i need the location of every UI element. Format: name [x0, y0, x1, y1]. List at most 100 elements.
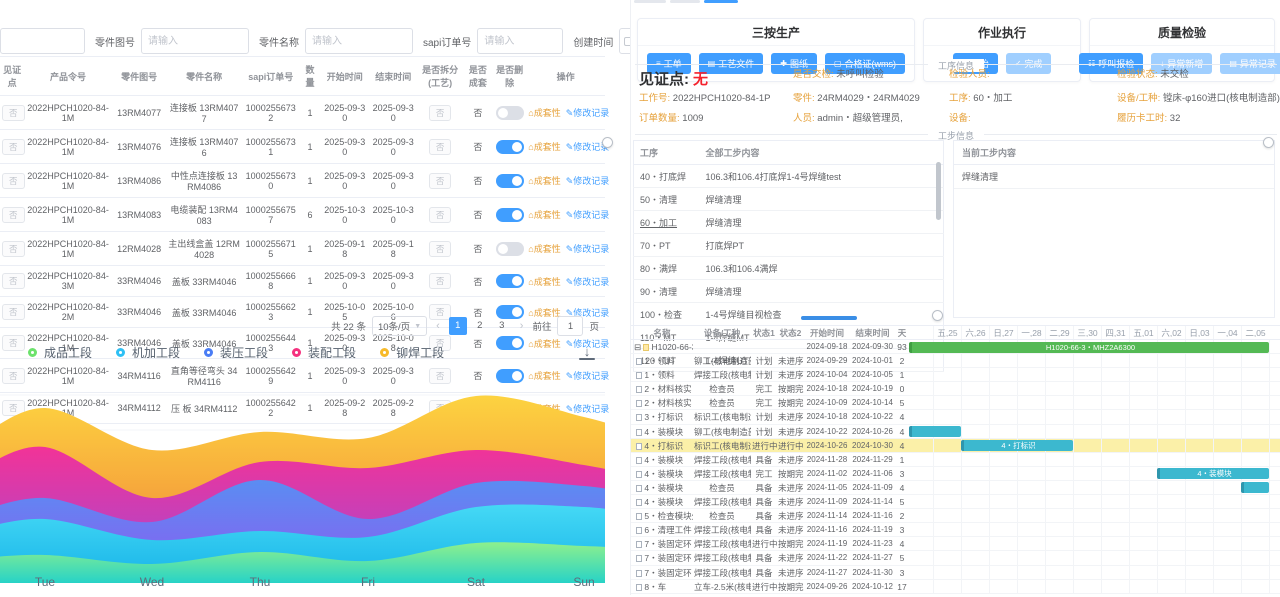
delete-toggle[interactable] — [496, 274, 524, 288]
next-page-button[interactable]: › — [517, 320, 527, 332]
page-size-select[interactable]: 10条/页 ▼ — [372, 316, 427, 336]
delete-toggle[interactable] — [496, 336, 524, 350]
suite-link[interactable]: ⌂成套性 — [528, 176, 560, 186]
delete-toggle[interactable] — [496, 242, 524, 256]
split-no-button[interactable]: 否 — [429, 207, 452, 223]
gantt-task-row[interactable]: 4・装模块铆工(核电制造部)计划未进序2024-10-222024-10-264 — [631, 425, 909, 439]
gantt-task-row[interactable]: 7・装固定环焊接工段(核电制造部)进行中按期完成2024-11-192024-1… — [631, 537, 909, 551]
witness-no-button[interactable]: 否 — [2, 335, 25, 351]
create-time-label: 创建时间 — [573, 34, 613, 49]
modify-record-link[interactable]: ✎修改记录 — [566, 277, 610, 287]
gantt-task-row[interactable]: 1・领料铆工(核电制造部)计划未进序2024-09-292024-10-012 — [631, 354, 909, 368]
product-no: 2022HPCH1020-84-1M — [24, 198, 112, 232]
suite-link[interactable]: ⌂成套性 — [528, 108, 560, 118]
step-row[interactable]: 70・PT打底焊PT — [634, 234, 944, 257]
legend-item[interactable]: 机加工段 — [116, 344, 180, 361]
task-name: 8・车 — [631, 580, 693, 593]
gantt-task-row[interactable]: 8・车立车-2.5米(核电制造部)进行中按期完成2024-09-262024-1… — [631, 580, 909, 594]
task-days: 93 — [895, 340, 909, 353]
split-no-button[interactable]: 否 — [429, 139, 452, 155]
gantt-task-row[interactable]: ⊟ H1020-66-3・MHZ2A63002024-09-182024-09-… — [631, 340, 909, 354]
gantt-task-row[interactable]: 5・检查模块外径检查员具备未进序2024-11-142024-11-162 — [631, 509, 909, 523]
modify-record-link[interactable]: ✎修改记录 — [566, 210, 610, 220]
legend-item[interactable]: 成品工段 — [28, 344, 92, 361]
legend-item[interactable]: 装压工段 — [204, 344, 268, 361]
delete-toggle[interactable] — [496, 106, 524, 120]
sap-order-input[interactable] — [477, 28, 563, 54]
goto-page-input[interactable] — [557, 316, 583, 336]
gantt-task-row[interactable]: 2・材料核实检查员完工按期完成2024-10-182024-10-190 — [631, 382, 909, 396]
gantt-bar[interactable]: 4・装模块 — [1157, 468, 1269, 479]
start-time: 2025-10-30 — [321, 198, 369, 232]
legend-item[interactable]: 装配工段 — [292, 344, 356, 361]
witness-no-button[interactable]: 否 — [2, 304, 25, 320]
modify-record-link[interactable]: ✎修改记录 — [566, 244, 610, 254]
part-name: 盖板 33RM4046 — [166, 266, 242, 297]
suite-link[interactable]: ⌂成套性 — [528, 210, 560, 220]
gantt-task-row[interactable]: 3・打标识标识工(核电制造部)计划未进序2024-10-182024-10-22… — [631, 410, 909, 424]
folder-icon[interactable] — [643, 344, 649, 351]
gantt-bar[interactable]: H1020-66-3・MHZ2A6300 — [909, 342, 1269, 353]
suite-link[interactable]: ⌂成套性 — [528, 277, 560, 287]
gantt-task-row[interactable]: 4・打标识标识工(核电制造部)进行中进行中2024-10-262024-10-3… — [631, 439, 909, 453]
witness-no-button[interactable]: 否 — [2, 207, 25, 223]
witness-no-button[interactable]: 否 — [2, 139, 25, 155]
page-number-button[interactable]: 1 — [449, 317, 467, 335]
gantt-task-row[interactable]: 7・装固定环焊接工段(核电制造部)具备未进序2024-11-222024-11-… — [631, 551, 909, 565]
tab-inactive-1[interactable] — [634, 0, 666, 3]
delete-toggle[interactable] — [496, 140, 524, 154]
split-no-button[interactable]: 否 — [429, 105, 452, 121]
gantt-task-row[interactable]: 2・材料核实检查员完工按期完成2024-10-092024-10-145 — [631, 396, 909, 410]
prev-page-button[interactable]: ‹ — [433, 320, 443, 332]
gantt-task-row[interactable]: 4・装模块焊接工段(核电制造部)完工按期完成2024-11-022024-11-… — [631, 467, 909, 481]
gantt-bar[interactable] — [1241, 482, 1269, 493]
part-name-input[interactable] — [305, 28, 413, 54]
tab-active[interactable] — [704, 0, 738, 3]
steps-vertical-scrollbar[interactable] — [936, 162, 941, 220]
witness-no-button[interactable]: 否 — [2, 273, 25, 289]
witness-no-button[interactable]: 否 — [2, 173, 25, 189]
witness-no-button[interactable]: 否 — [2, 241, 25, 257]
task-status1: 完工 — [751, 382, 777, 395]
split-no-button[interactable]: 否 — [429, 241, 452, 257]
modify-record-link[interactable]: ✎修改记录 — [566, 108, 610, 118]
gantt-task-row[interactable]: 4・装模块检查员具备未进序2024-11-052024-11-094 — [631, 481, 909, 495]
page-number-button[interactable]: 3 — [493, 317, 511, 335]
step-row[interactable]: 90・清理焊缝清理 — [634, 280, 944, 303]
gantt-bar[interactable]: 4・打标识 — [961, 440, 1073, 451]
gantt-task-row[interactable]: 4・装模块焊接工段(核电制造部)具备未进序2024-11-092024-11-1… — [631, 495, 909, 509]
split-no-button[interactable]: 否 — [429, 273, 452, 289]
splitter-handle-left[interactable] — [602, 137, 613, 148]
task-device: 检查员 — [693, 396, 751, 409]
delete-toggle[interactable] — [496, 174, 524, 188]
delete-toggle[interactable] — [496, 208, 524, 222]
step-row[interactable]: 60・加工焊缝清理 — [634, 211, 944, 234]
step-row[interactable]: 100・检查1-4号焊缝目视检查 — [634, 303, 944, 326]
suite-link[interactable]: ⌂成套性 — [528, 244, 560, 254]
part-drawing-input[interactable] — [141, 28, 249, 54]
step-row[interactable]: 80・满焊106.3和106.4满焊 — [634, 257, 944, 280]
witness-no-button[interactable]: 否 — [2, 105, 25, 121]
suite-link[interactable]: ⌂成套性 — [528, 339, 560, 349]
tab-inactive-2[interactable] — [670, 0, 700, 3]
modify-record-link[interactable]: ✎修改记录 — [566, 176, 610, 186]
gantt-bar[interactable] — [909, 426, 961, 437]
gantt-task-row[interactable]: 7・装固定环焊接工段(核电制造部)具备未进序2024-11-272024-11-… — [631, 566, 909, 580]
splitter-handle-middle[interactable] — [932, 310, 943, 321]
gantt-day-label: 日,27 — [989, 326, 1017, 339]
steps-horizontal-scrollbar[interactable] — [801, 316, 857, 320]
page-number-button[interactable]: 2 — [471, 317, 489, 335]
gantt-task-row[interactable]: 4・装模块焊接工段(核电制造部)具备未进序2024-11-282024-11-2… — [631, 453, 909, 467]
suite-link[interactable]: ⌂成套性 — [528, 142, 560, 152]
start-time: 2025-09-30 — [321, 164, 369, 198]
step-row[interactable]: 40・打底焊106.3和106.4打底焊1-4号焊缝test — [634, 165, 944, 188]
gantt-task-row[interactable]: 1・领料焊接工段(核电制造部)计划未进序2024-10-042024-10-05… — [631, 368, 909, 382]
splitter-handle-right[interactable] — [1263, 137, 1274, 148]
filter-input-partial[interactable] — [0, 28, 85, 54]
step-row[interactable]: 50・清理焊缝清理 — [634, 188, 944, 211]
gantt-task-row[interactable]: 6・清理工件焊接工段(核电制造部)具备未进序2024-11-162024-11-… — [631, 523, 909, 537]
legend-item[interactable]: 铆焊工段 — [380, 344, 444, 361]
task-status2: 未进序 — [777, 453, 804, 466]
split-no-button[interactable]: 否 — [429, 173, 452, 189]
download-icon[interactable]: ↓ — [579, 346, 595, 360]
